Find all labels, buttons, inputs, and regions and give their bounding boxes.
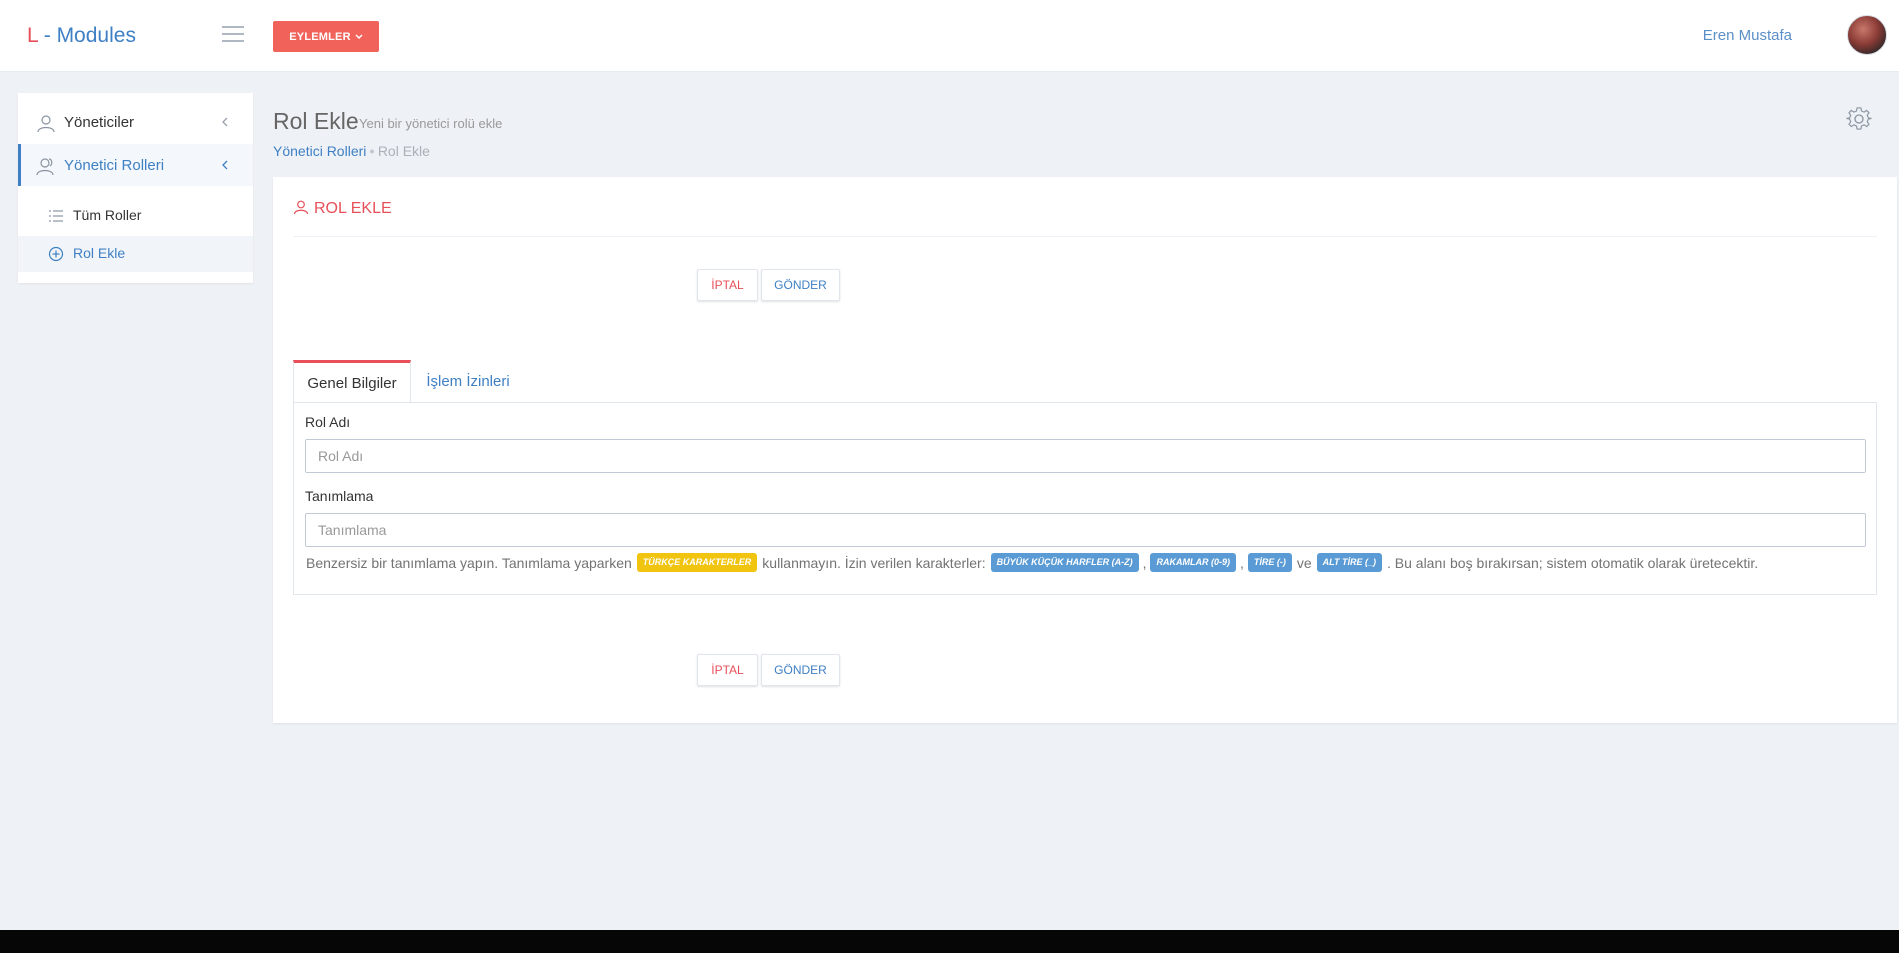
sidebar-subitem-label: Rol Ekle xyxy=(73,245,126,261)
badge-letters: BÜYÜK KÜÇÜK HARFLER (A-Z) xyxy=(990,553,1139,572)
badge-turkish-chars: TÜRKÇE KARAKTERLER xyxy=(636,553,758,572)
tab-operation-permissions[interactable]: İşlem İzinleri xyxy=(423,360,513,403)
help-comma: , xyxy=(1239,554,1244,571)
gear-icon[interactable] xyxy=(1846,106,1872,132)
chevron-left-icon xyxy=(222,117,228,127)
portlet-title-text: ROL EKLE xyxy=(314,200,392,217)
badge-dash: TİRE (-) xyxy=(1247,553,1292,572)
sidebar-item-label: Yöneticiler xyxy=(64,113,135,131)
send-button-bottom[interactable]: GÖNDER xyxy=(761,654,840,686)
slug-help-text: Benzersiz bir tanımlama yapın. Tanımlama… xyxy=(305,553,1759,572)
logo-letter: L xyxy=(27,24,38,47)
add-role-portlet: ROL EKLE İPTAL GÖNDER Genel Bilgiler İşl… xyxy=(273,177,1897,723)
app-logo[interactable]: L - Modules xyxy=(27,24,136,48)
page-title: Rol Ekle xyxy=(273,108,359,134)
help-text-part: kullanmayın. İzin verilen karakterler: xyxy=(762,554,986,571)
page-subtitle: Yeni bir yönetici rolü ekle xyxy=(359,116,503,131)
send-button-top[interactable]: GÖNDER xyxy=(761,269,840,301)
hamburger-menu-icon[interactable] xyxy=(222,26,244,42)
breadcrumb-separator-icon: ● xyxy=(369,146,375,156)
cancel-button-bottom[interactable]: İPTAL xyxy=(697,654,758,686)
badge-numbers: RAKAMLAR (0-9) xyxy=(1150,553,1236,572)
help-text-part: Benzersiz bir tanımlama yapın. Tanımlama… xyxy=(306,554,632,571)
slug-input[interactable] xyxy=(305,513,1866,547)
role-name-label: Rol Adı xyxy=(305,414,351,430)
user-name[interactable]: Eren Mustafa xyxy=(1703,27,1792,44)
sidebar-item-manager-roles[interactable]: Yönetici Rolleri xyxy=(18,144,253,186)
help-comma: , xyxy=(1142,554,1147,571)
form-tabs: Genel Bilgiler İşlem İzinleri xyxy=(293,360,1877,403)
top-header: L - Modules EYLEMLER Eren Mustafa xyxy=(0,0,1899,72)
sidebar-subitem-add-role[interactable]: Rol Ekle xyxy=(18,236,253,272)
portlet-title: ROL EKLE xyxy=(293,177,1877,237)
breadcrumb: Yönetici Rolleri ● Rol Ekle xyxy=(273,143,430,159)
sidebar: Yöneticiler Yönetici Rolleri Tüm Roller … xyxy=(18,93,253,283)
actions-label: EYLEMLER xyxy=(289,30,351,43)
tab-general-info[interactable]: Genel Bilgiler xyxy=(293,360,411,403)
breadcrumb-current: Rol Ekle xyxy=(377,143,430,159)
slug-label: Tanımlama xyxy=(305,488,374,504)
users-icon xyxy=(36,158,54,176)
logo-text: - Modules xyxy=(37,24,136,47)
user-icon xyxy=(37,115,55,133)
tab-pane-general-info: Rol Adı Tanımlama Benzersiz bir tanımlam… xyxy=(293,402,1877,595)
sidebar-subitem-all-roles[interactable]: Tüm Roller xyxy=(18,198,253,234)
actions-dropdown-button[interactable]: EYLEMLER xyxy=(273,21,379,52)
user-avatar[interactable] xyxy=(1847,15,1887,55)
chevron-left-icon xyxy=(222,160,228,170)
breadcrumb-link-manager-roles[interactable]: Yönetici Rolleri xyxy=(273,143,366,159)
badge-underscore: ALT TİRE (_) xyxy=(1316,553,1382,572)
role-name-input[interactable] xyxy=(305,439,1866,473)
plus-circle-icon xyxy=(48,246,64,262)
sidebar-item-managers[interactable]: Yöneticiler xyxy=(18,101,253,143)
sidebar-item-label: Yönetici Rolleri xyxy=(64,156,165,174)
sidebar-subitem-label: Tüm Roller xyxy=(73,207,142,223)
help-text-part: ve xyxy=(1296,554,1312,571)
list-icon xyxy=(49,210,63,222)
cancel-button-top[interactable]: İPTAL xyxy=(697,269,758,301)
os-taskbar xyxy=(0,930,1899,953)
chevron-down-icon xyxy=(355,33,363,39)
user-icon xyxy=(293,200,309,215)
help-text-part: . Bu alanı boş bırakırsan; sistem otomat… xyxy=(1386,554,1759,571)
